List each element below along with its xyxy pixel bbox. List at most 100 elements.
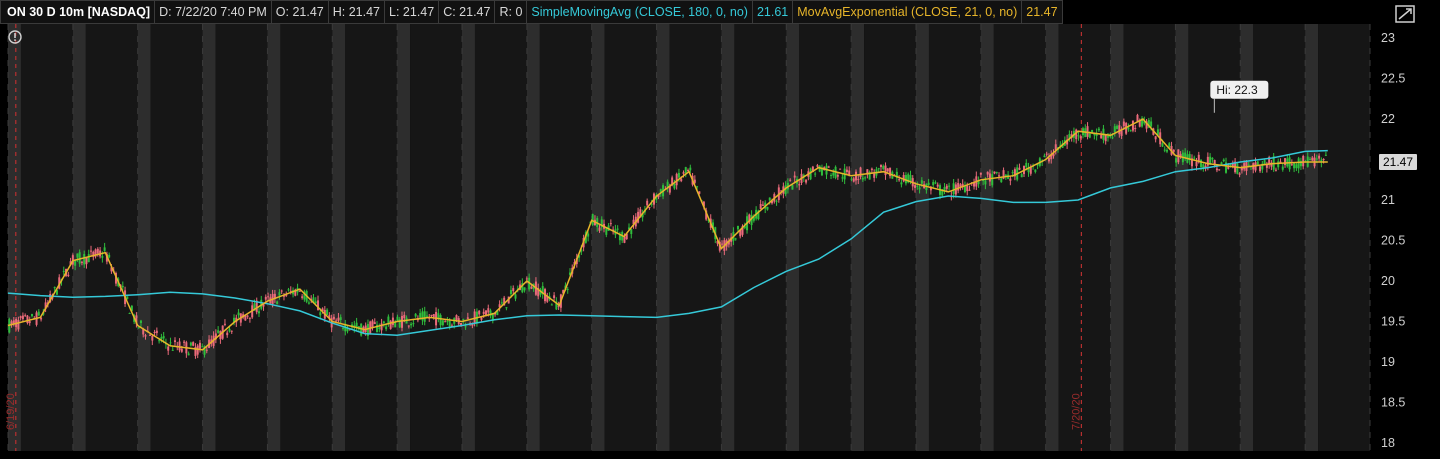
candle-body bbox=[1000, 178, 1003, 183]
candle-body bbox=[759, 204, 762, 209]
candle-body bbox=[861, 177, 864, 180]
candle-body bbox=[137, 327, 140, 329]
candle-body bbox=[1245, 160, 1248, 171]
candle-body bbox=[873, 173, 876, 178]
candle-body bbox=[1104, 134, 1107, 142]
candle-body bbox=[789, 179, 792, 181]
extended-hours-band bbox=[332, 24, 346, 451]
candle-body bbox=[37, 311, 40, 316]
candle-body bbox=[900, 182, 903, 185]
regular-hours-band bbox=[799, 24, 852, 451]
candle-body bbox=[464, 326, 467, 328]
candle-body bbox=[995, 172, 998, 174]
price-tick-label: 18.5 bbox=[1381, 395, 1405, 409]
candle-body bbox=[696, 186, 699, 188]
candle-body bbox=[19, 316, 22, 318]
candle-body bbox=[505, 307, 508, 309]
candle-body bbox=[1311, 157, 1314, 161]
candle-body bbox=[407, 325, 410, 327]
candle-body bbox=[430, 314, 433, 317]
candle-body bbox=[920, 180, 923, 184]
candle-body bbox=[373, 322, 376, 325]
candle-body bbox=[462, 318, 465, 320]
candle-body bbox=[335, 320, 338, 322]
candle-body bbox=[448, 320, 451, 327]
regular-hours-band bbox=[410, 24, 462, 451]
candle-body bbox=[198, 342, 201, 349]
candle-body bbox=[841, 177, 844, 179]
candle-body bbox=[439, 315, 442, 326]
candle-body bbox=[932, 182, 935, 186]
extended-hours-band bbox=[202, 24, 216, 451]
candle-body bbox=[1218, 169, 1221, 171]
candle-body bbox=[1111, 137, 1114, 139]
candle-body bbox=[963, 186, 966, 193]
candle-body bbox=[512, 288, 515, 292]
candle-body bbox=[298, 290, 301, 292]
candle-body bbox=[444, 321, 447, 323]
candle-body bbox=[101, 256, 104, 258]
regular-hours-band bbox=[928, 24, 981, 451]
candle-body bbox=[1150, 121, 1153, 127]
candle-body bbox=[648, 207, 651, 209]
last-price-label: 21.47 bbox=[1383, 155, 1413, 169]
candle-body bbox=[1215, 168, 1218, 171]
candle-body bbox=[248, 317, 251, 319]
candle-body bbox=[1290, 164, 1293, 166]
candle-body bbox=[1295, 164, 1298, 169]
extended-hours-band bbox=[1305, 24, 1319, 451]
candle-body bbox=[482, 311, 485, 314]
candle-body bbox=[76, 253, 79, 258]
price-chart[interactable]: 2322.52221.52120.52019.51918.51821.47 6/… bbox=[0, 0, 1440, 459]
candle-body bbox=[884, 165, 887, 176]
regular-hours-band bbox=[604, 24, 657, 451]
candle-body bbox=[816, 165, 819, 167]
candle-body bbox=[993, 171, 996, 174]
candle-body bbox=[1200, 159, 1203, 168]
session-shading bbox=[8, 24, 1370, 451]
candle-body bbox=[1086, 126, 1089, 137]
candle-body bbox=[108, 254, 111, 258]
candle-body bbox=[1045, 153, 1048, 155]
candle-body bbox=[957, 183, 960, 191]
candle-body bbox=[21, 315, 24, 320]
candle-body bbox=[598, 227, 601, 231]
candle-body bbox=[319, 312, 322, 316]
candle-body bbox=[1097, 128, 1100, 131]
candle-body bbox=[1029, 167, 1032, 174]
candle-body bbox=[128, 313, 131, 315]
extended-hours-band bbox=[591, 24, 605, 451]
candle-body bbox=[1011, 172, 1014, 174]
candle-body bbox=[979, 172, 982, 175]
candle-body bbox=[174, 340, 177, 342]
candle-body bbox=[1020, 174, 1023, 178]
candle-body bbox=[339, 317, 342, 321]
candle-body bbox=[480, 317, 483, 320]
candle-body bbox=[1256, 161, 1259, 165]
price-tick-label: 23 bbox=[1381, 31, 1395, 45]
candle-body bbox=[228, 328, 231, 332]
candle-body bbox=[389, 320, 392, 329]
candle-body bbox=[83, 253, 86, 265]
candle-body bbox=[401, 316, 404, 328]
candle-body bbox=[689, 167, 692, 171]
candle-body bbox=[530, 286, 533, 289]
candle-body bbox=[257, 311, 260, 314]
price-tick-label: 19.5 bbox=[1381, 314, 1405, 328]
candle-body bbox=[121, 285, 124, 288]
candle-body bbox=[805, 179, 808, 183]
candle-body bbox=[514, 294, 517, 299]
candle-body bbox=[927, 182, 930, 185]
candle-body bbox=[278, 292, 281, 296]
candle-body bbox=[898, 179, 901, 181]
candle-body bbox=[487, 308, 490, 313]
candle-body bbox=[855, 171, 858, 181]
candle-body bbox=[879, 165, 882, 167]
candle-body bbox=[382, 321, 385, 324]
candle-body bbox=[74, 260, 77, 266]
candle-body bbox=[968, 189, 971, 191]
candle-body bbox=[814, 173, 817, 175]
candle-body bbox=[1284, 158, 1287, 165]
candle-body bbox=[882, 165, 885, 169]
candle-body bbox=[1315, 158, 1318, 160]
